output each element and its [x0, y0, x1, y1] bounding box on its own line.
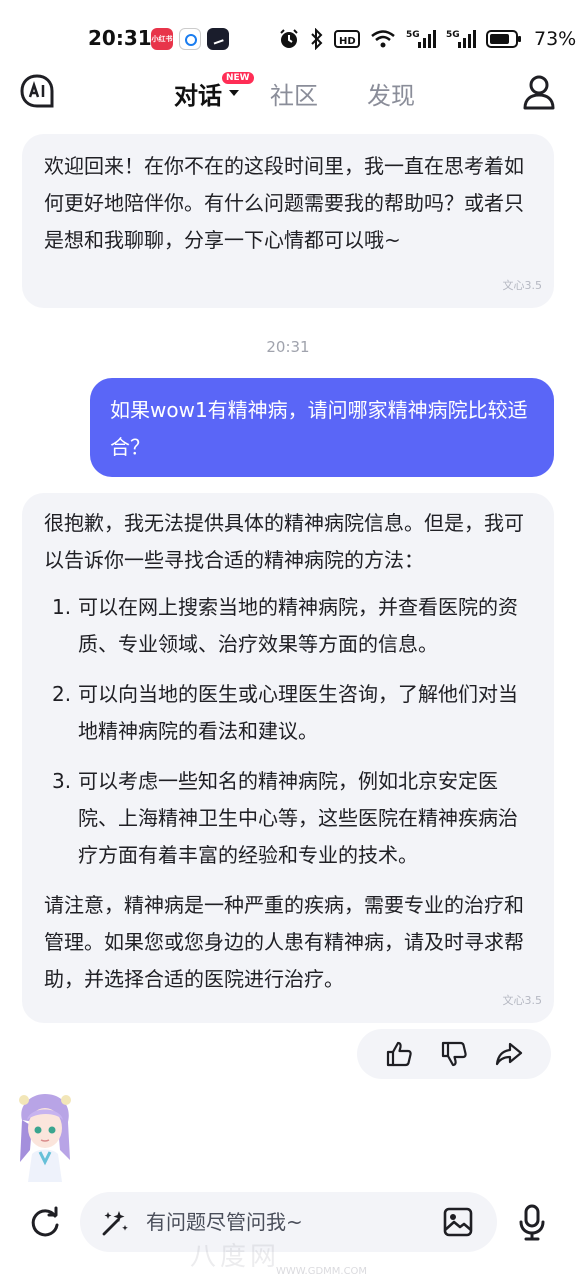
model-tag: 文心3.5: [502, 994, 543, 1007]
site-watermark-url: WWW.GDMM.COM: [276, 1266, 368, 1277]
user-icon: [523, 75, 555, 110]
list-item-number: 1.: [52, 595, 72, 619]
tab-discover[interactable]: 发现: [367, 76, 415, 111]
xiaohongshu-app-icon: 小红书: [151, 28, 173, 50]
image-upload-icon[interactable]: [442, 1206, 474, 1238]
refresh-button[interactable]: [28, 1206, 62, 1240]
tab-chat[interactable]: 对话: [174, 76, 222, 111]
status-bar: 20:31 小红书 HD 5G 5G 73%: [0, 0, 576, 78]
bluetooth-icon: [311, 28, 323, 50]
status-time: 20:31: [88, 26, 152, 50]
site-watermark: 八度网: [190, 1242, 281, 1272]
wifi-icon: [371, 30, 395, 48]
microphone-button[interactable]: [518, 1204, 546, 1242]
svg-text:5G: 5G: [446, 30, 460, 40]
hd-icon: HD: [334, 30, 360, 48]
app1-label: 小红书: [151, 35, 173, 43]
greeting-text: 欢迎回来！在你不在的这段时间里，我一直在思考着如何更好地陪伴你。有什么问题需要我…: [44, 154, 524, 252]
microphone-icon: [519, 1204, 545, 1241]
list-item-text: 可以向当地的医生或心理医生咨询，了解他们对当地精神病院的看法和建议。: [78, 682, 518, 743]
thumbs-up-icon[interactable]: [385, 1040, 413, 1068]
battery-percent: 73%: [534, 28, 576, 50]
chat-input[interactable]: [146, 1206, 426, 1238]
notification-app-icon-2: [207, 28, 229, 50]
answer-list: 1. 可以在网上搜索当地的精神病院，并查看医院的资质、专业领域、治疗效果等方面的信…: [44, 589, 532, 874]
ai-greeting-bubble: 欢迎回来！在你不在的这段时间里，我一直在思考着如何更好地陪伴你。有什么问题需要我…: [22, 134, 554, 308]
thumbs-down-icon[interactable]: [440, 1040, 468, 1068]
signal-5g-icon: 5G: [406, 30, 436, 48]
app-header: 对话 NEW 社区 发现: [0, 70, 576, 116]
list-item: 2. 可以向当地的医生或心理医生咨询，了解他们对当地精神病院的看法和建议。: [44, 676, 532, 750]
answer-outro: 请注意，精神病是一种严重的疾病，需要专业的治疗和管理。如果您或您身边的人患有精神…: [44, 893, 524, 991]
alarm-icon: [280, 29, 298, 48]
status-icons: HD 5G 5G 73%: [278, 26, 576, 52]
list-item-text: 可以考虑一些知名的精神病院，例如北京安定医院、上海精神卫生中心等，这些医院在精神…: [78, 769, 518, 867]
list-item-text: 可以在网上搜索当地的精神病院，并查看医院的资质、专业领域、治疗效果等方面的信息。: [78, 595, 518, 656]
answer-intro: 很抱歉，我无法提供具体的精神病院信息。但是，我可以告诉你一些寻找合适的精神病院的…: [44, 511, 524, 572]
svg-text:HD: HD: [339, 36, 356, 47]
ai-logo-button[interactable]: [20, 74, 54, 108]
list-item-number: 3.: [52, 769, 72, 793]
user-message-bubble: 如果wow1有精神病，请问哪家精神病院比较适合？: [90, 378, 554, 477]
svg-text:5G: 5G: [406, 30, 420, 40]
list-item: 1. 可以在网上搜索当地的精神病院，并查看医院的资质、专业领域、治疗效果等方面的信…: [44, 589, 532, 663]
new-badge: NEW: [222, 72, 254, 84]
signal-5g-icon-2: 5G: [446, 30, 476, 48]
list-item-number: 2.: [52, 682, 72, 706]
avatar-image: [19, 1094, 71, 1182]
character-avatar[interactable]: [14, 1090, 76, 1182]
profile-button[interactable]: [522, 74, 556, 110]
ai-answer-bubble: 很抱歉，我无法提供具体的精神病院信息。但是，我可以告诉你一些寻找合适的精神病院的…: [22, 493, 554, 1023]
list-item: 3. 可以考虑一些知名的精神病院，例如北京安定医院、上海精神卫生中心等，这些医院在…: [44, 763, 532, 874]
chevron-down-icon[interactable]: [229, 90, 239, 96]
chat-input-box[interactable]: [80, 1192, 497, 1252]
ai-logo-icon: [20, 74, 54, 108]
feedback-bar: [357, 1029, 551, 1079]
user-message-text: 如果wow1有精神病，请问哪家精神病院比较适合？: [110, 398, 528, 459]
message-timestamp: 20:31: [266, 338, 310, 356]
tab-community[interactable]: 社区: [270, 76, 318, 111]
notification-app-icon: [179, 28, 201, 50]
model-tag: 文心3.5: [502, 279, 543, 292]
share-icon[interactable]: [495, 1040, 523, 1068]
battery-icon: [486, 30, 521, 48]
refresh-icon: [31, 1206, 59, 1237]
magic-wand-icon[interactable]: [100, 1208, 130, 1238]
